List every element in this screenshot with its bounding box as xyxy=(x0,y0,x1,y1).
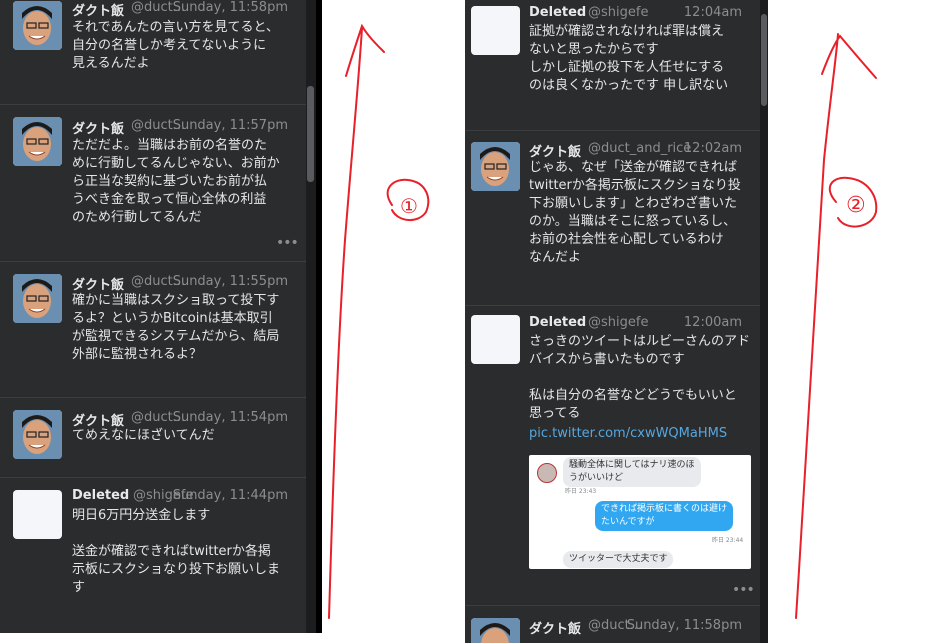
arrow-2-icon xyxy=(795,33,877,619)
annotation-layer: ① ② xyxy=(328,23,878,619)
annotation-label-1: ① xyxy=(400,194,418,218)
arrow-1-icon xyxy=(328,23,385,619)
annotation-label-2: ② xyxy=(846,193,866,218)
